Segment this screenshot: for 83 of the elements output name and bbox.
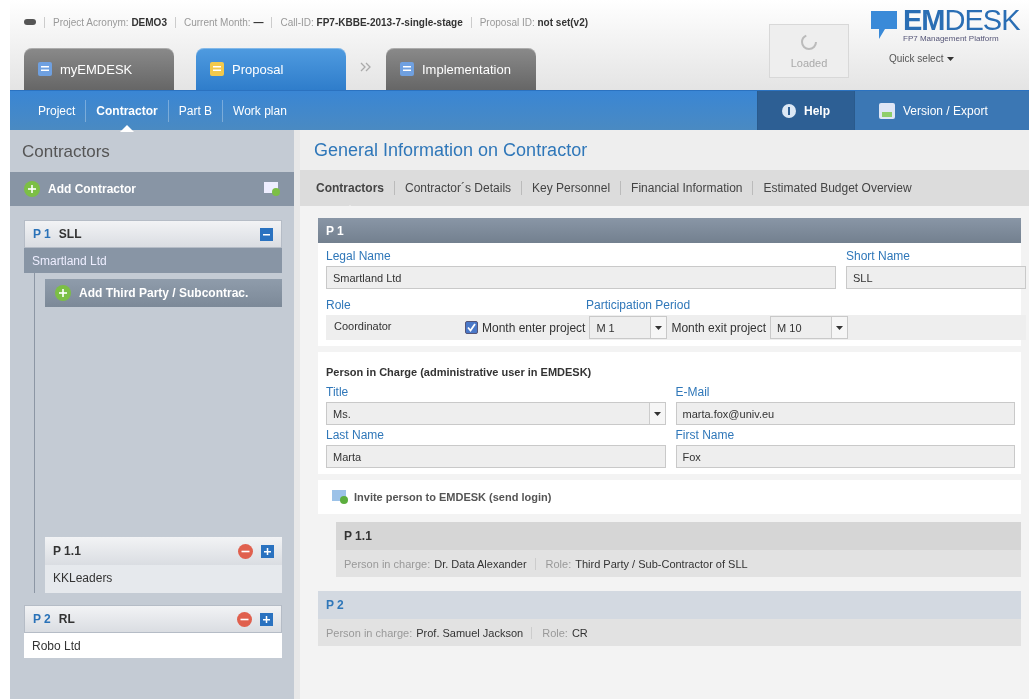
input-field[interactable]: SLL [846, 266, 1026, 289]
checkbox[interactable] [465, 321, 478, 334]
document-icon [210, 62, 224, 76]
field-label: Participation Period [586, 298, 692, 312]
role-label: Role: [545, 557, 572, 570]
remove-icon[interactable] [238, 543, 253, 559]
caret-icon [947, 56, 955, 61]
contractor-short-name: RL [58, 612, 76, 626]
person-name: Prof. Samuel Jackson [416, 626, 524, 639]
remove-icon[interactable] [237, 611, 252, 627]
subcontractor-header[interactable]: P 1.1 [45, 537, 282, 565]
contractor-header[interactable]: P 2 RL [24, 605, 282, 633]
field-label: Role [326, 298, 352, 312]
field-label: E-Mail [675, 385, 711, 399]
sub-tab[interactable]: Key Personnel [521, 181, 621, 195]
field-label: Last Name [326, 428, 386, 442]
sub-tab[interactable]: Financial Information [620, 181, 753, 195]
field-label: Month exit project [671, 320, 767, 335]
invite-link[interactable]: Invite person to EMDESK (send login) [318, 480, 1021, 514]
field-label: Legal Name [326, 249, 392, 263]
plus-circle-icon [24, 181, 40, 197]
double-chevron-icon [360, 62, 372, 72]
sub-tab[interactable]: Estimated Budget Overview [752, 181, 922, 195]
nav-item[interactable]: Work plan [222, 99, 297, 122]
collapse-icon [260, 227, 273, 241]
caret-icon [655, 325, 663, 330]
caret-icon [836, 325, 844, 330]
field-label: First Name [675, 428, 736, 442]
field-label: Title [326, 385, 350, 399]
sidebar-title: Contractors [21, 141, 111, 163]
section-heading: Person in Charge (administrative user in EMDESK) [326, 365, 593, 380]
help-icon [782, 103, 796, 118]
nav-item[interactable]: Project [28, 99, 86, 122]
main-tab[interactable]: Implementation [386, 48, 536, 90]
select-field[interactable]: M 1 [589, 316, 668, 339]
contractor-code: P 2 [33, 612, 51, 626]
expand-icon [261, 544, 274, 558]
logo-tagline: FP7 Management Platform [903, 34, 1000, 43]
check-icon [467, 323, 476, 332]
select-field[interactable]: Ms. [326, 402, 666, 425]
person-name: Dr. Data Alexander [434, 557, 527, 570]
main-tab[interactable]: myEMDESK [24, 48, 174, 90]
project-info: Proposal ID: not set(v2) [470, 16, 589, 28]
plus-circle-icon [55, 285, 71, 301]
contractor-code: P 1 [33, 227, 51, 241]
contractor-header[interactable]: P 1 SLL [24, 220, 282, 248]
project-info: Project Acronym: DEMO3 [44, 16, 167, 28]
person-label: Person in charge: [344, 557, 431, 570]
logo-name: EMDESK [903, 6, 1020, 34]
sub-tab[interactable]: Contractors [306, 181, 394, 195]
quick-select[interactable]: Quick select [869, 43, 1029, 64]
summary-header: P 2 [318, 591, 1021, 619]
input-field[interactable]: Marta [326, 445, 666, 468]
expand-icon [260, 612, 273, 626]
role-name: Third Party / Sub-Contractor of SLL [575, 557, 748, 570]
person-label: Person in charge: [326, 626, 413, 639]
export-button[interactable]: Version / Export [854, 91, 1029, 130]
project-info: Call-ID: FP7-KBBE-2013-7-single-stage [271, 16, 463, 28]
select-field[interactable]: M 10 [770, 316, 849, 339]
refresh-icon [800, 33, 818, 51]
contractor-name[interactable]: Robo Ltd [24, 633, 282, 658]
document-icon [400, 62, 414, 76]
logo-icon [869, 8, 899, 41]
input-field[interactable]: Smartland Ltd [326, 266, 836, 289]
contractor-short-name: SLL [58, 227, 83, 241]
main-tab[interactable]: Proposal [196, 48, 346, 90]
role-name: CR [571, 626, 588, 639]
subcontractor-name[interactable]: KKLeaders [45, 565, 282, 593]
input-field[interactable]: Fox [675, 445, 1015, 468]
nav-item[interactable]: Part B [167, 99, 223, 122]
link-icon [24, 19, 36, 25]
sub-tab[interactable]: Contractor´s Details [394, 181, 522, 195]
help-button[interactable]: Help [757, 91, 854, 130]
subcontractor-code: P 1.1 [53, 544, 82, 558]
project-info: Current Month: — [174, 16, 264, 28]
section-header: P 1 [318, 218, 1021, 243]
caret-icon [653, 411, 661, 416]
field-label: Short Name [846, 249, 912, 263]
document-icon [38, 62, 52, 76]
role-label: Role: [542, 626, 568, 639]
page-title: General Information on Contractor [300, 130, 1029, 170]
summary-header: P 1.1 [336, 522, 1021, 550]
input-field[interactable]: marta.fox@univ.eu [675, 402, 1015, 425]
